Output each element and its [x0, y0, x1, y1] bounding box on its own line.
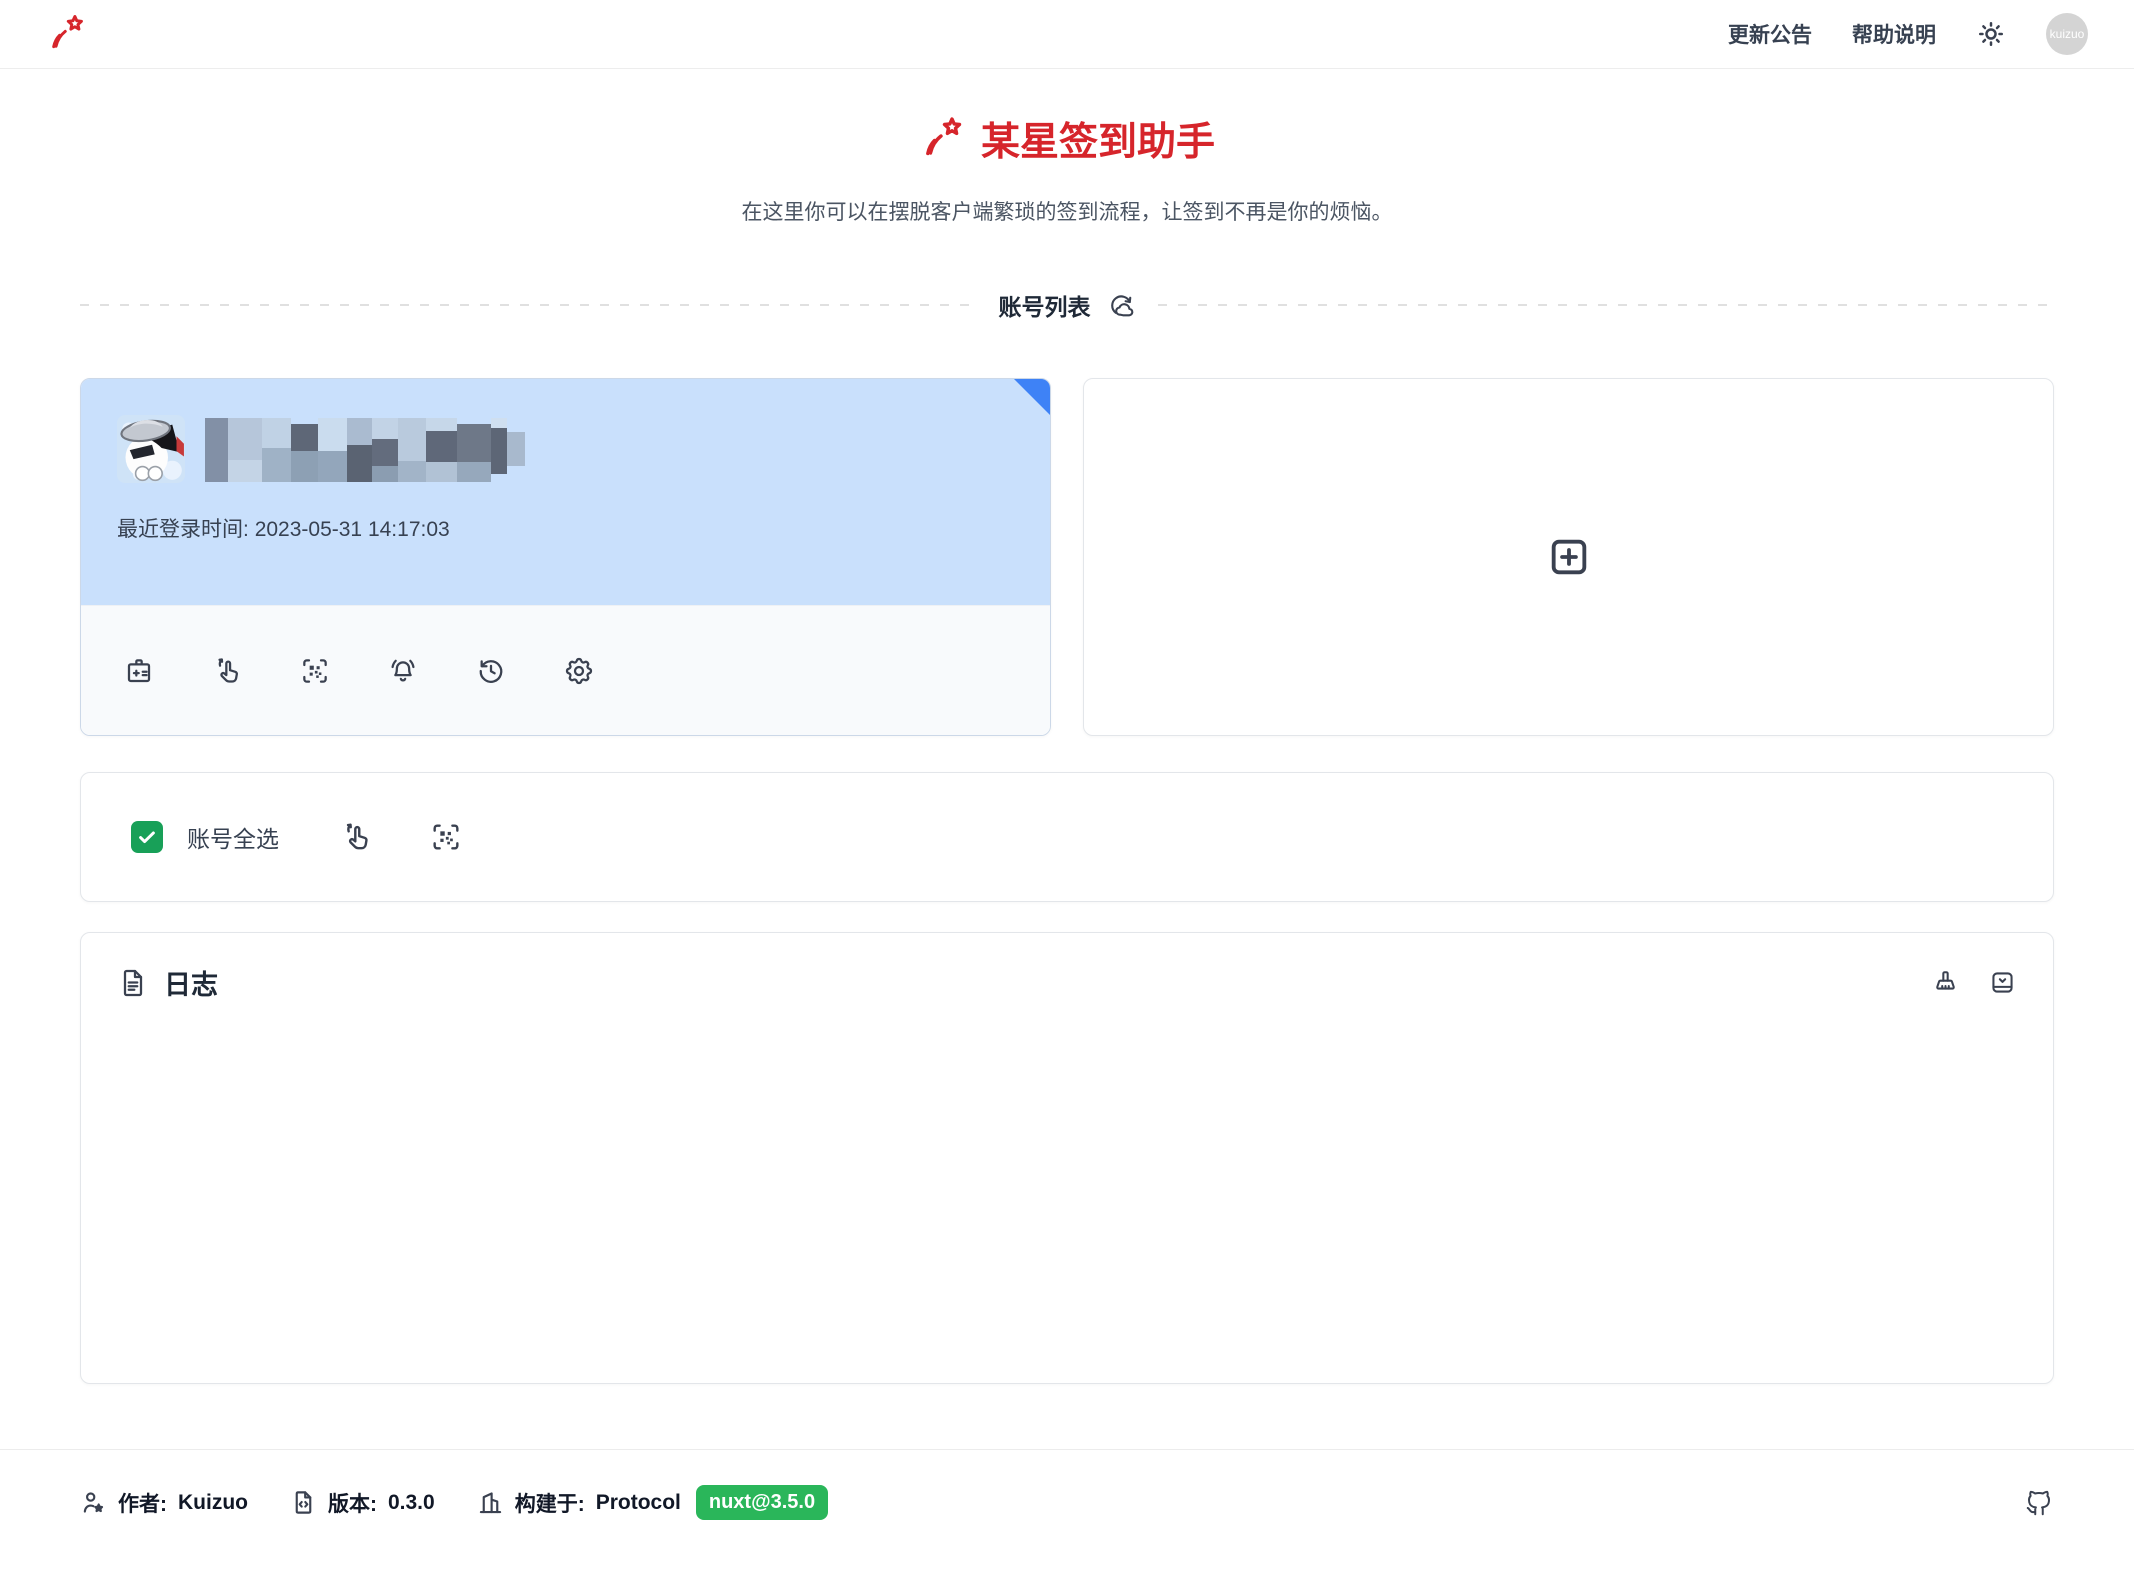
logo-shooting-star-icon[interactable] — [46, 13, 88, 55]
user-avatar[interactable]: kuizuo — [2046, 13, 2088, 55]
bell-ring-icon — [387, 655, 419, 687]
nav-link-help[interactable]: 帮助说明 — [1852, 19, 1936, 49]
footer-build-label: 构建于: — [515, 1488, 585, 1518]
collapse-box-icon — [1988, 968, 2017, 997]
account-name-censored — [205, 418, 525, 482]
select-all-checkbox[interactable] — [131, 821, 163, 853]
checkin-button[interactable] — [123, 655, 155, 687]
github-link[interactable] — [2024, 1488, 2054, 1518]
divider-dash-left — [80, 304, 977, 306]
log-panel: 日志 — [80, 932, 2054, 1384]
footer-version: 版本: 0.3.0 — [290, 1488, 435, 1518]
collapse-log-button[interactable] — [1988, 968, 2017, 997]
selected-corner-badge — [1014, 379, 1050, 415]
footer: 作者: Kuizuo 版本: 0.3.0 构建于: Protocol nuxt@… — [0, 1449, 2134, 1555]
cloud-sync-icon[interactable] — [1106, 290, 1136, 320]
qr-scan-icon — [429, 820, 463, 854]
history-icon — [475, 655, 507, 687]
footer-author: 作者: Kuizuo — [80, 1488, 248, 1518]
notify-button[interactable] — [387, 655, 419, 687]
id-badge-plus-icon — [123, 655, 155, 687]
log-title: 日志 — [164, 963, 218, 1002]
footer-version-value: 0.3.0 — [388, 1491, 435, 1515]
last-login-row: 最近登录时间: 2023-05-31 14:17:03 — [117, 513, 1010, 543]
nav-link-updates[interactable]: 更新公告 — [1728, 19, 1812, 49]
gear-icon — [563, 655, 595, 687]
github-icon — [2024, 1488, 2054, 1518]
page-title-text: 某星签到助手 — [981, 111, 1215, 167]
clear-log-button[interactable] — [1931, 968, 1960, 997]
last-login-value: 2023-05-31 14:17:03 — [255, 518, 450, 541]
check-icon — [136, 826, 158, 848]
footer-version-label: 版本: — [328, 1488, 377, 1518]
brush-clean-icon — [1931, 968, 1960, 997]
account-section-divider: 账号列表 — [80, 288, 2054, 322]
hero: 某星签到助手 在这里你可以在摆脱客户端繁琐的签到流程，让签到不再是你的烦恼。 — [0, 111, 2134, 226]
account-card-info: 最近登录时间: 2023-05-31 14:17:03 — [81, 379, 1050, 605]
hand-click-icon — [211, 655, 243, 687]
history-button[interactable] — [475, 655, 507, 687]
file-text-icon — [117, 967, 149, 999]
select-all-label: 账号全选 — [187, 820, 279, 854]
divider-dash-right — [1158, 304, 2055, 306]
account-avatar — [117, 415, 185, 483]
user-star-icon — [80, 1489, 107, 1516]
sun-icon — [1976, 19, 2006, 49]
footer-build: 构建于: Protocol nuxt@3.5.0 — [477, 1485, 828, 1520]
qr-scan-button[interactable] — [299, 655, 331, 687]
settings-button[interactable] — [563, 655, 595, 687]
qr-scan-icon — [299, 655, 331, 687]
manual-signin-button[interactable] — [211, 655, 243, 687]
navbar: 更新公告 帮助说明 kuizuo — [0, 0, 2134, 69]
select-all-row: 账号全选 — [80, 772, 2054, 902]
file-code-icon — [290, 1489, 317, 1516]
batch-qr-scan-button[interactable] — [429, 820, 463, 854]
batch-signin-button[interactable] — [339, 820, 373, 854]
account-card-toolbar — [81, 605, 1050, 735]
footer-author-label: 作者: — [118, 1488, 167, 1518]
account-card[interactable]: 最近登录时间: 2023-05-31 14:17:03 — [80, 378, 1051, 736]
shooting-star-icon — [919, 115, 967, 163]
page-subtitle: 在这里你可以在摆脱客户端繁琐的签到流程，让签到不再是你的烦恼。 — [0, 196, 2134, 226]
account-grid: 最近登录时间: 2023-05-31 14:17:03 — [80, 378, 2054, 736]
hand-click-icon — [339, 820, 373, 854]
footer-author-value: Kuizuo — [178, 1491, 248, 1515]
plus-square-icon — [1546, 534, 1592, 580]
navbar-actions: 更新公告 帮助说明 kuizuo — [1728, 13, 2088, 55]
theme-toggle-button[interactable] — [1976, 19, 2006, 49]
account-section-title: 账号列表 — [999, 288, 1091, 322]
add-account-card[interactable] — [1083, 378, 2054, 736]
page-title: 某星签到助手 — [919, 111, 1215, 167]
footer-build-value: Protocol — [596, 1491, 681, 1515]
last-login-label: 最近登录时间: — [117, 518, 249, 541]
nuxt-version-badge: nuxt@3.5.0 — [696, 1485, 828, 1520]
building-icon — [477, 1489, 504, 1516]
